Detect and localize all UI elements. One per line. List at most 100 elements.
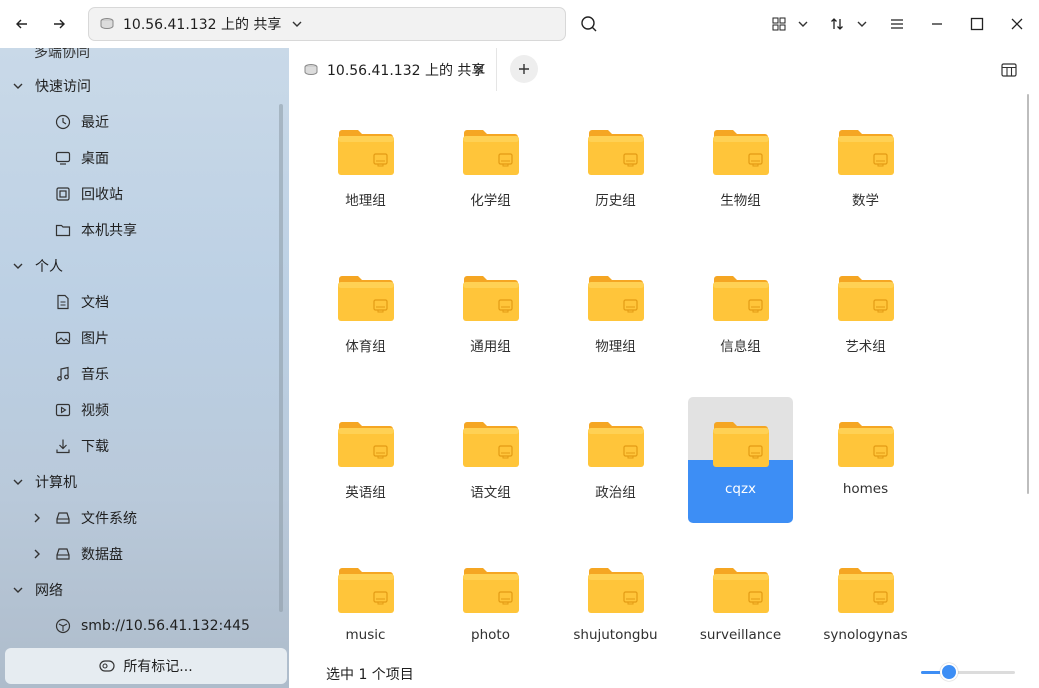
- close-icon: [474, 64, 484, 74]
- sidebar-item-label: 回收站: [81, 187, 123, 203]
- chevron-right-icon[interactable]: [30, 511, 44, 525]
- sidebar-group-personal[interactable]: 个人: [0, 248, 282, 284]
- chevron-down-icon[interactable]: [11, 475, 25, 489]
- sidebar-group-computer[interactable]: 计算机: [0, 464, 282, 500]
- search-icon: [581, 16, 597, 32]
- folder-item[interactable]: 物理组: [563, 251, 668, 377]
- folder-icon: [587, 273, 645, 323]
- network-drive-icon: [100, 18, 114, 30]
- folder-icon: [587, 565, 645, 615]
- folder-item[interactable]: 数学: [813, 105, 918, 231]
- folder-icon: [837, 127, 895, 177]
- all-tags-button[interactable]: 所有标记...: [5, 648, 287, 684]
- zoom-slider-thumb[interactable]: [940, 663, 959, 681]
- arrow-right-icon: [54, 19, 65, 29]
- sidebar-item-music[interactable]: 音乐: [0, 356, 282, 392]
- folder-item[interactable]: 英语组: [313, 397, 418, 523]
- chevron-down-icon[interactable]: [291, 18, 303, 30]
- address-bar[interactable]: 10.56.41.132 上的 共享: [88, 7, 566, 41]
- folder-icon: [54, 221, 72, 239]
- sidebar-group-label: 计算机: [35, 475, 77, 491]
- menu-button[interactable]: [885, 12, 909, 36]
- folder-icon: [337, 565, 395, 615]
- folder-item[interactable]: 通用组: [438, 251, 543, 377]
- chevron-down-icon[interactable]: [11, 259, 25, 273]
- tab-label: 10.56.41.132 上的 共享: [327, 62, 486, 79]
- folder-name: synologynas: [823, 627, 908, 643]
- sort-dropdown[interactable]: [850, 12, 874, 36]
- folder-item[interactable]: 政治组: [563, 397, 668, 523]
- tag-icon: [99, 660, 115, 672]
- folder-name: homes: [842, 481, 889, 497]
- sidebar-item-smb-share[interactable]: smb://10.56.41.132:445: [0, 608, 282, 644]
- sidebar-item-recent[interactable]: 最近: [0, 104, 282, 140]
- sidebar-item-documents[interactable]: 文档: [0, 284, 282, 320]
- sidebar-item-label: 最近: [81, 115, 109, 131]
- sort-button[interactable]: [825, 12, 849, 36]
- sidebar-item-trash[interactable]: 回收站: [0, 176, 282, 212]
- sidebar-item-pictures[interactable]: 图片: [0, 320, 282, 356]
- sidebar-item-filesystem[interactable]: 文件系统: [0, 500, 282, 536]
- sidebar-item-label: 桌面: [81, 151, 109, 167]
- all-tags-label: 所有标记...: [123, 659, 193, 675]
- close-icon: [1011, 18, 1023, 30]
- folder-item[interactable]: 地理组: [313, 105, 418, 231]
- sidebar-item-local-share[interactable]: 本机共享: [0, 212, 282, 248]
- sidebar-item-label: 图片: [81, 331, 109, 347]
- folder-item[interactable]: 化学组: [438, 105, 543, 231]
- sidebar-item-desktop[interactable]: 桌面: [0, 140, 282, 176]
- folder-item[interactable]: 生物组: [688, 105, 793, 231]
- grid-view-icon: [772, 17, 786, 31]
- folder-name: 化学组: [470, 193, 511, 209]
- folder-item[interactable]: 历史组: [563, 105, 668, 231]
- icon-view-button[interactable]: [767, 12, 791, 36]
- sidebar-group-network[interactable]: 网络: [0, 572, 282, 608]
- forward-button[interactable]: [47, 12, 71, 36]
- network-drive-icon: [304, 63, 318, 75]
- sidebar-group-label: 网络: [35, 583, 63, 599]
- disk-icon: [54, 545, 72, 563]
- folder-item[interactable]: homes: [813, 397, 918, 523]
- folder-icon: [837, 273, 895, 323]
- folder-item[interactable]: cqzx: [688, 397, 793, 523]
- minimize-button[interactable]: [925, 12, 949, 36]
- folder-item[interactable]: 语文组: [438, 397, 543, 523]
- desktop-icon: [54, 149, 72, 167]
- music-icon: [54, 365, 72, 383]
- folder-name: 通用组: [470, 339, 511, 355]
- folder-item[interactable]: 体育组: [313, 251, 418, 377]
- folder-name: 语文组: [470, 485, 511, 501]
- sidebar-scrollbar[interactable]: [279, 104, 283, 612]
- sidebar-item-downloads[interactable]: 下载: [0, 428, 282, 464]
- detail-panel-button[interactable]: [999, 60, 1019, 80]
- sidebar-item-label: 下载: [81, 439, 109, 455]
- chevron-right-icon[interactable]: [30, 547, 44, 561]
- tab-share[interactable]: 10.56.41.132 上的 共享: [293, 48, 497, 91]
- file-grid[interactable]: 地理组 化学组 历史组 生物组 数学 体育组 通用组 物理组 信息组 艺术组 英…: [289, 91, 1039, 651]
- sidebar-group-quick-access[interactable]: 快速访问: [0, 68, 282, 104]
- folder-item[interactable]: 信息组: [688, 251, 793, 377]
- folder-item[interactable]: 艺术组: [813, 251, 918, 377]
- sidebar-group-label: 个人: [35, 259, 63, 275]
- sidebar-item-cut-off[interactable]: 多端协同: [34, 48, 90, 62]
- tab-close-button[interactable]: [470, 60, 488, 78]
- zoom-slider[interactable]: [921, 663, 1015, 681]
- content-scrollbar[interactable]: [1027, 94, 1029, 494]
- new-tab-button[interactable]: [510, 55, 538, 83]
- maximize-button[interactable]: [965, 12, 989, 36]
- close-button[interactable]: [1005, 12, 1029, 36]
- chevron-down-icon[interactable]: [11, 79, 25, 93]
- sidebar-item-data-disk[interactable]: 数据盘: [0, 536, 282, 572]
- view-mode-dropdown[interactable]: [791, 12, 815, 36]
- folder-name: 物理组: [595, 339, 636, 355]
- sidebar-item-videos[interactable]: 视频: [0, 392, 282, 428]
- folder-icon: [712, 419, 770, 469]
- folder-icon: [462, 419, 520, 469]
- clock-icon: [54, 113, 72, 131]
- back-button[interactable]: [10, 12, 34, 36]
- folder-icon: [712, 565, 770, 615]
- search-button[interactable]: [577, 12, 601, 36]
- tab-bar: 10.56.41.132 上的 共享: [289, 48, 1039, 91]
- chevron-down-icon[interactable]: [11, 583, 25, 597]
- status-bar: 选中 1 个项目: [289, 651, 1039, 688]
